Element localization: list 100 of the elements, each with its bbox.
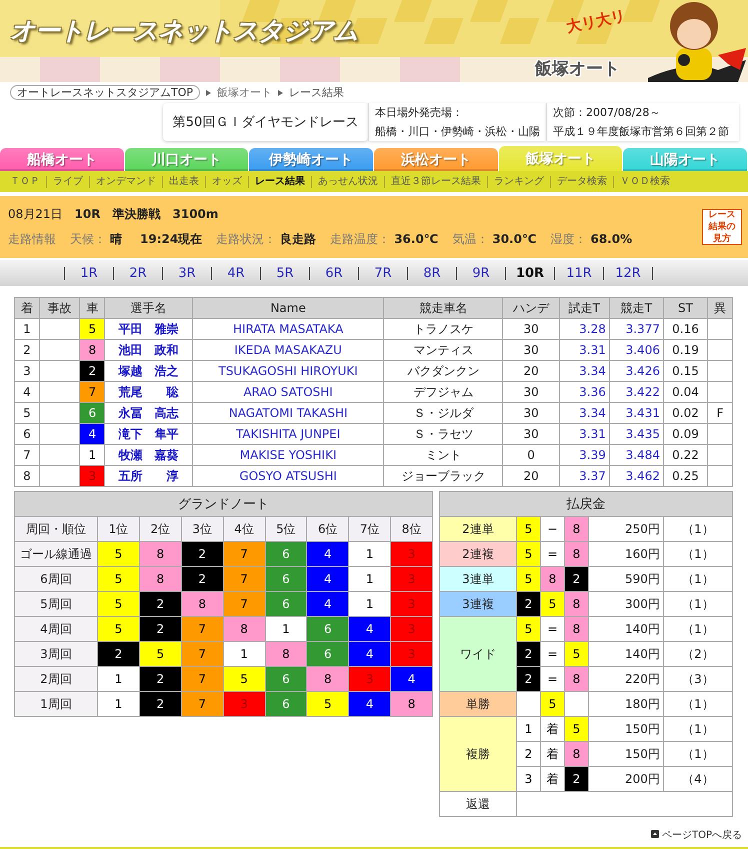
car-number-cell: 1 [80,444,105,466]
column-header: ST [663,298,708,318]
car-number-cell: 5 [98,616,140,642]
race-link[interactable]: 7R [358,266,407,280]
trial-time-cell: 3.31 [559,424,610,444]
car-number-cell: 8 [564,666,588,692]
car-number-cell: 2 [181,542,224,566]
handicap-cell: 30 [502,382,560,402]
race-link[interactable]: 3R [162,266,211,280]
sub-nav-link[interactable]: ＶＯＤ検索 [613,176,676,188]
car-number-cell: 3 [390,566,432,592]
car-number-cell: 8 [139,542,182,566]
condition-label: 走路状況： [216,231,276,248]
back-to-top-link[interactable]: ページTOPへ戻る [662,828,742,842]
payout-amount: 250円 [588,516,664,542]
sub-nav-link[interactable]: オッズ [205,176,248,188]
rank-cell: 3 [14,360,40,382]
column-header: 競走T [609,298,664,318]
column-header: 3位 [181,516,224,542]
race-link[interactable]: 11R [554,266,603,280]
car-number-cell: 7 [223,566,265,592]
race-time-cell: 3.422 [609,382,664,402]
sub-nav-link[interactable]: ランキング [487,176,550,188]
rider-romaji: MAKISE YOSHIKI [192,444,384,466]
race-link[interactable]: 12R [603,266,653,280]
race-time-cell: 3.484 [609,444,664,466]
rider-name[interactable]: 五所 淳 [104,466,192,486]
condition-time: 19:24現在 [140,231,202,248]
start-timing-cell: 0.04 [663,382,708,402]
result-guide-button[interactable]: レース結果の見方 [702,209,742,245]
popularity-cell: （3） [663,666,732,692]
race-link[interactable]: 8R [407,266,456,280]
sub-nav-link[interactable]: ＴＯＰ [4,176,46,188]
race-link[interactable]: 4R [211,266,260,280]
lap-label: 3周回 [14,642,98,666]
race-link[interactable]: 2R [113,266,162,280]
payout-amount: 300円 [588,592,664,616]
rider-name[interactable]: 塚越 浩之 [104,360,192,382]
sub-nav-link[interactable]: データ検索 [550,176,613,188]
column-header: 5位 [265,516,307,542]
payout-title: 払戻金 [440,492,732,516]
sub-nav-link[interactable]: 直近３節レース結果 [384,176,487,188]
car-number-cell: 1 [265,616,307,642]
race-time-cell: 3.377 [609,318,664,340]
car-number-cell: 8 [564,516,588,542]
rider-romaji: ARAO SATOSHI [192,382,384,402]
payout-amount: 140円 [588,642,664,666]
column-header: 2位 [139,516,182,542]
car-number-cell: 1 [223,642,265,666]
lap-label: 6周回 [14,566,98,592]
car-number-cell: 5 [540,692,564,716]
column-header: 異 [708,298,732,318]
car-number-cell: 8 [564,616,588,642]
rider-name[interactable]: 池田 政和 [104,340,192,360]
race-link[interactable]: 1R [64,266,113,280]
race-link[interactable]: 10R [505,266,554,280]
payout-amount: 140円 [588,616,664,642]
car-number-cell: 2 [564,566,588,592]
car-number-cell: 6 [265,542,307,566]
sub-nav-link[interactable]: あっせん状況 [311,176,384,188]
race-link[interactable]: 9R [456,266,505,280]
rider-name[interactable]: 荒尾 聡 [104,382,192,402]
car-number-cell: 5 [139,642,182,666]
race-date: 08月21日 [8,206,63,223]
combination-mark: 2 [516,742,540,766]
car-number-cell: 6 [80,402,105,424]
car-number-cell: 5 [98,566,140,592]
rider-name[interactable]: 平田 雅崇 [104,318,192,340]
flag-cell: F [708,402,732,424]
breadcrumb-top-link[interactable]: オートレースネットスタジアムTOP [10,85,200,100]
condition-label: 気温： [452,231,488,248]
sub-nav-link[interactable]: ライブ [46,176,89,188]
breadcrumb-link[interactable]: 飯塚オート [217,85,272,100]
car-number-cell: 4 [80,424,105,444]
next-meet-name: 平成１９年度飯塚市営第６回第２節 [553,124,730,139]
machine-name: Ｓ・ラセツ [384,424,503,444]
payout-amount: 180円 [588,692,664,716]
car-number-cell: 2 [564,766,588,792]
rider-romaji: IKEDA MASAKAZU [192,340,384,360]
start-timing-cell: 0.09 [663,424,708,444]
sub-nav-link[interactable]: 出走表 [162,176,205,188]
start-timing-cell: 0.02 [663,402,708,424]
race-link[interactable]: 6R [309,266,358,280]
column-header: 車 [80,298,105,318]
column-header: 6位 [306,516,349,542]
car-number-cell: 8 [306,666,349,692]
combination-mark: − [540,516,564,542]
car-number-cell: 5 [223,666,265,692]
combination-mark: = [540,616,564,642]
race-link[interactable]: 5R [260,266,309,280]
car-number-cell: 5 [540,592,564,616]
car-number-cell: 3 [390,592,432,616]
start-timing-cell: 0.15 [663,360,708,382]
rider-name[interactable]: 牧瀬 嘉葵 [104,444,192,466]
race-time-cell: 3.431 [609,402,664,424]
bet-type-label: 複勝 [440,716,516,792]
rider-name[interactable]: 滝下 隼平 [104,424,192,444]
sub-nav-link[interactable]: オンデマンド [89,176,162,188]
rider-name[interactable]: 永冨 高志 [104,402,192,424]
sub-nav-link[interactable]: レース結果 [248,176,311,188]
